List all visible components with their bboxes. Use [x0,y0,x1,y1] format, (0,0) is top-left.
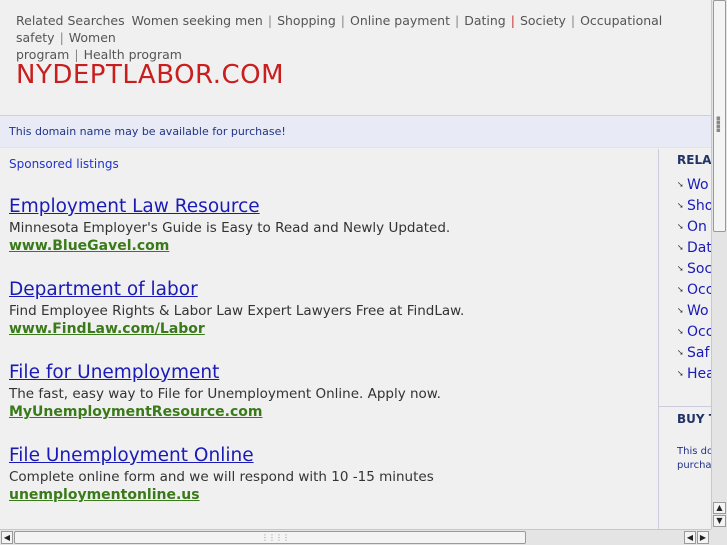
related-link-women-seeking-men[interactable]: Women seeking men [132,13,263,28]
sidebar-item[interactable]: ➘ Occ [677,282,711,303]
arrow-icon: ➘ [677,264,684,273]
listing-description: The fast, easy way to File for Unemploym… [9,386,441,402]
sidebar-item-label: On [687,219,707,235]
scroll-down-button[interactable]: ▼ [713,515,726,527]
grip-icon: ▪ ▪ ▪ ▪ [716,114,721,134]
sidebar-item[interactable]: ➘ Wo [677,303,711,324]
sidebar-item-label: Sho [687,198,711,214]
buy-domain-heading: BUY T [677,412,711,426]
sidebar-item-label: Occ [687,324,711,340]
sidebar-list: ➘ Wo ➘ Sho ➘ On ➘ Dat ➘ Soc ➘ Occ ➘ Wo ➘ Occ ➘ Sa… [677,177,711,387]
arrow-icon: ➘ [677,180,684,189]
separator: | [570,13,576,28]
scroll-left-button[interactable]: ◀ [1,531,13,544]
sidebar-heading: RELA [677,153,711,167]
separator: | [454,13,460,28]
listing-url-link[interactable]: MyUnemploymentResource.com [9,403,649,421]
arrow-icon: ➘ [677,369,684,378]
sidebar-item[interactable]: ➘ Saf [677,345,711,366]
listing-item: File Unemployment Online Complete online… [9,445,649,504]
page-viewport: Related Searches Women seeking men | Shopp… [0,0,711,529]
listing-item: Department of labor Find Employee Rights… [9,279,649,338]
related-link-women[interactable]: Women [69,30,116,45]
scroll-left-button-end[interactable]: ◀ [684,531,696,544]
vertical-scroll-thumb[interactable]: ▪ ▪ ▪ ▪ [713,0,726,232]
sidebar-item-label: Soc [687,261,711,277]
vertical-scrollbar[interactable]: ▪ ▪ ▪ ▪ ▲ ▼ [711,0,727,529]
listing-title-link[interactable]: Employment Law Resource [9,196,649,218]
arrow-icon: ➘ [677,348,684,357]
separator: | [267,13,273,28]
arrow-icon: ➘ [677,243,684,252]
separator: | [340,13,345,28]
arrow-left-icon: ◀ [686,533,694,542]
listing-item: File for Unemployment The fast, easy way… [9,362,649,421]
sidebar-item-label: Saf [687,345,710,361]
listing-url-link[interactable]: www.BlueGavel.com [9,237,649,255]
scroll-up-button[interactable]: ▲ [713,502,726,514]
listing-description: Complete online form and we will respond… [9,469,434,485]
main-content: Sponsored listings Employment Law Resour… [0,149,658,529]
related-searches-label: Related Searches [16,13,125,28]
domain-notice-text: This domain name may be available for pu… [9,125,286,138]
buy-domain-text: This do purcha [677,446,711,471]
arrow-icon: ➘ [677,327,684,336]
site-title: NYDEPTLABOR.COM [16,60,285,90]
scrollbar-corner [711,529,727,545]
listing-title-link[interactable]: File Unemployment Online [9,445,649,467]
listing-url-link[interactable]: unemploymentonline.us [9,486,649,504]
arrow-down-icon: ▼ [716,516,723,525]
listing-description: Find Employee Rights & Labor Law Expert … [9,303,465,319]
related-link-dating[interactable]: Dating [464,13,506,28]
separator: | [510,13,515,28]
arrow-icon: ➘ [677,285,684,294]
sidebar-item[interactable]: ➘ Dat [677,240,711,261]
related-searches-bar: Related Searches Women seeking men | Shopp… [16,12,711,63]
horizontal-scroll-thumb[interactable]: ⋮⋮⋮⋮ [14,531,526,544]
arrow-icon: ➘ [677,201,684,210]
sidebar-item[interactable]: ➘ Wo [677,177,711,198]
sidebar-item-label: Occ [687,282,711,298]
related-link-online-payment[interactable]: Online payment [350,13,450,28]
sidebar-item-label: Wo [687,303,709,319]
arrow-left-icon: ◀ [3,533,11,542]
sidebar-item-label: Hea [687,366,711,382]
listing-title-link[interactable]: Department of labor [9,279,649,301]
separator: | [59,30,64,45]
listing-description: Minnesota Employer's Guide is Easy to Re… [9,220,451,236]
arrow-up-icon: ▲ [716,503,723,512]
sidebar-item[interactable]: ➘ Sho [677,198,711,219]
sidebar-item[interactable]: ➘ Hea [677,366,711,387]
arrow-right-icon: ▶ [699,533,707,542]
arrow-icon: ➘ [677,222,684,231]
sidebar-item-label: Wo [687,177,709,193]
listing-title-link[interactable]: File for Unemployment [9,362,649,384]
listing-item: Employment Law Resource Minnesota Employ… [9,196,649,255]
related-link-shopping[interactable]: Shopping [277,13,336,28]
sponsored-listings-label: Sponsored listings [9,157,119,171]
sidebar-item[interactable]: ➘ Occ [677,324,711,345]
sidebar-item[interactable]: ➘ On [677,219,711,240]
related-sidebar: RELA ➘ Wo ➘ Sho ➘ On ➘ Dat ➘ Soc ➘ Occ ➘ Wo ➘ Oc… [658,149,711,529]
arrow-icon: ➘ [677,306,684,315]
listing-url-link[interactable]: www.FindLaw.com/Labor [9,320,649,338]
domain-notice-bar: This domain name may be available for pu… [0,115,711,148]
sidebar-divider [659,406,711,407]
grip-icon: ⋮⋮⋮⋮ [261,533,290,542]
scroll-right-button[interactable]: ▶ [697,531,709,544]
related-link-society[interactable]: Society [520,13,566,28]
horizontal-scrollbar[interactable]: ◀ ⋮⋮⋮⋮ ◀ ▶ [0,529,711,545]
sidebar-item[interactable]: ➘ Soc [677,261,711,282]
sidebar-item-label: Dat [687,240,711,256]
